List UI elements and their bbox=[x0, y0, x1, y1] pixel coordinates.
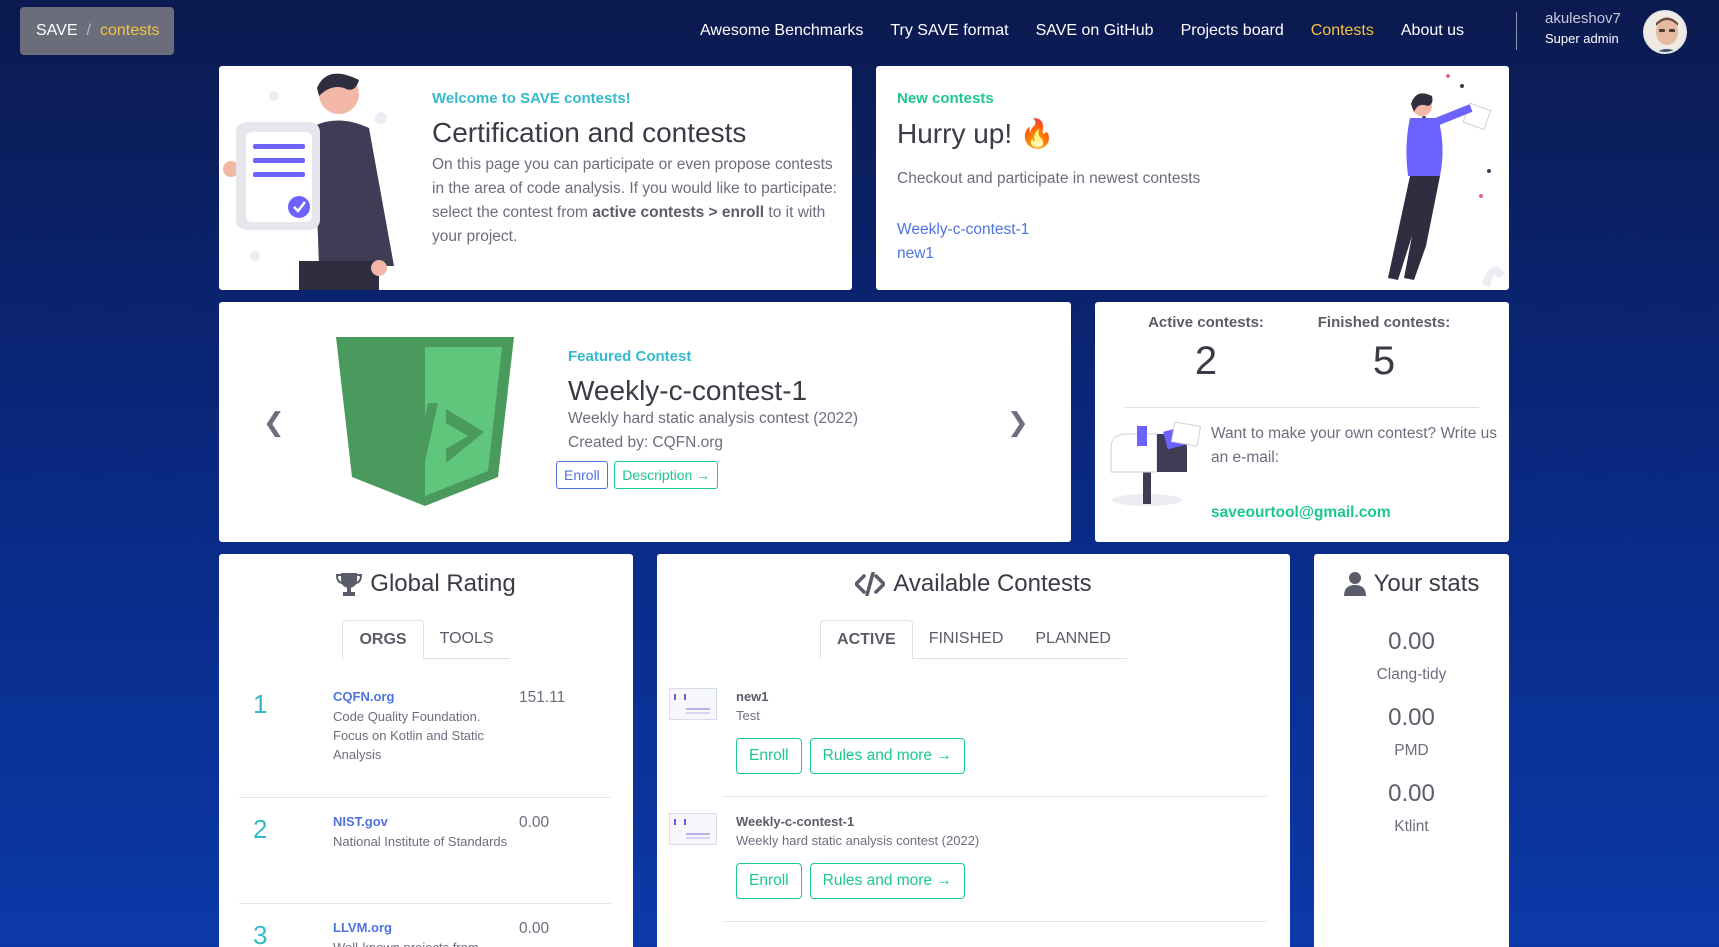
stat-label: Ktlint bbox=[1394, 818, 1429, 835]
row-divider bbox=[239, 903, 611, 904]
nav-divider bbox=[1516, 12, 1517, 50]
contest-name: Weekly-c-contest-1 bbox=[736, 814, 855, 829]
welcome-text: On this page you can participate or even… bbox=[432, 156, 837, 245]
stat-label: PMD bbox=[1394, 742, 1429, 759]
breadcrumb-separator: / bbox=[86, 22, 91, 39]
available-contests-title: Available Contests bbox=[893, 570, 1092, 597]
featured-description-button[interactable]: Description → bbox=[614, 461, 719, 489]
new-contests-title: Hurry up! 🔥 bbox=[897, 118, 1055, 149]
featured-description: Weekly hard static analysis contest (202… bbox=[568, 410, 859, 427]
active-contests-enroll-hint: active contests > enroll bbox=[592, 204, 765, 221]
stat-value: 0.00 bbox=[1388, 628, 1435, 655]
rating-rank: 3 bbox=[253, 920, 268, 947]
welcome-title: Certification and contests bbox=[432, 117, 747, 148]
featured-contest-card: ❮ Featured Contest Weekly-c-contest-1 We… bbox=[219, 302, 1071, 542]
tab-finished[interactable]: FINISHED bbox=[912, 620, 1020, 659]
contest-desc: Weekly hard static analysis contest (202… bbox=[736, 833, 980, 848]
welcome-card: Welcome to SAVE contests! Certification … bbox=[219, 66, 852, 290]
featured-enroll-button[interactable]: Enroll bbox=[556, 461, 608, 489]
your-stats-card: Your stats 0.00 Clang-tidy 0.00 PMD 0.00… bbox=[1314, 554, 1509, 947]
stat-value: 0.00 bbox=[1388, 780, 1435, 807]
nav-try-save-format[interactable]: Try SAVE format bbox=[890, 22, 1008, 40]
row-divider bbox=[724, 796, 1267, 797]
welcome-eyebrow: Welcome to SAVE contests! bbox=[432, 90, 631, 107]
contest-enroll-button[interactable]: Enroll bbox=[736, 738, 802, 774]
user-icon bbox=[1343, 572, 1366, 596]
contest-rules-button[interactable]: Rules and more → bbox=[809, 738, 965, 774]
rating-org-name[interactable]: CQFN.org bbox=[333, 689, 508, 704]
code-shield-icon bbox=[336, 337, 514, 506]
tab-planned[interactable]: PLANNED bbox=[1019, 620, 1127, 659]
top-nav: Awesome Benchmarks Try SAVE format SAVE … bbox=[700, 0, 1491, 62]
user-name: akuleshov7 bbox=[1545, 10, 1621, 27]
global-rating-card: Global Rating ORGS TOOLS 1 CQFN.org Code… bbox=[219, 554, 633, 947]
code-icon bbox=[855, 572, 886, 596]
active-contests-count: 2 bbox=[1194, 339, 1218, 383]
new-contests-eyebrow: New contests bbox=[897, 90, 994, 107]
finished-contests-label: Finished contests: bbox=[1317, 314, 1451, 331]
nav-awesome-benchmarks[interactable]: Awesome Benchmarks bbox=[700, 22, 863, 40]
row-divider bbox=[724, 921, 1267, 922]
breadcrumb-root[interactable]: SAVE bbox=[36, 22, 78, 40]
featured-title: Weekly-c-contest-1 bbox=[568, 375, 808, 406]
available-contests-card: Available Contests ACTIVE FINISHED PLANN… bbox=[657, 554, 1290, 947]
propose-contest-text: Want to make your own contest? Write us … bbox=[1211, 425, 1498, 466]
new-contest-link[interactable]: new1 bbox=[897, 242, 1317, 266]
tab-active[interactable]: ACTIVE bbox=[820, 620, 913, 659]
next-arrow-icon[interactable]: ❯ bbox=[1007, 407, 1029, 438]
rating-org-desc: Well-known projects from bbox=[333, 938, 508, 947]
mailbox-illustration bbox=[1110, 421, 1202, 506]
new-contests-subtitle: Checkout and participate in newest conte… bbox=[897, 170, 1201, 187]
stat-label: Clang-tidy bbox=[1376, 666, 1447, 683]
new-contests-card: New contests Hurry up! 🔥 Checkout and pa… bbox=[876, 66, 1509, 290]
nav-about-us[interactable]: About us bbox=[1401, 22, 1464, 40]
rating-score: 0.00 bbox=[519, 814, 550, 831]
breadcrumb: SAVE / contests bbox=[20, 7, 174, 55]
rating-org-name[interactable]: LLVM.org bbox=[333, 920, 508, 935]
stat-item: 0.00 PMD bbox=[1314, 704, 1509, 760]
contest-rules-button[interactable]: Rules and more → bbox=[809, 863, 965, 899]
contest-desc: Test bbox=[736, 708, 760, 723]
rating-org-desc: National Institute of Standards bbox=[333, 834, 508, 849]
prev-arrow-icon[interactable]: ❮ bbox=[263, 407, 285, 438]
active-contests-label: Active contests: bbox=[1148, 314, 1264, 331]
contest-name: new1 bbox=[736, 689, 769, 704]
stat-item: 0.00 Ktlint bbox=[1314, 780, 1509, 836]
tab-orgs[interactable]: ORGS bbox=[342, 620, 424, 659]
featured-eyebrow: Featured Contest bbox=[568, 348, 692, 365]
avatar[interactable] bbox=[1643, 10, 1687, 54]
contest-counts-card: Active contests: 2 Finished contests: 5 … bbox=[1095, 302, 1509, 542]
contest-thumbnail bbox=[669, 688, 717, 720]
featured-created-by: Created by: CQFN.org bbox=[568, 434, 724, 451]
breadcrumb-current: contests bbox=[99, 22, 160, 39]
rating-org-name[interactable]: NIST.gov bbox=[333, 814, 508, 829]
rating-org-desc: Code Quality Foundation. Focus on Kotlin… bbox=[333, 709, 485, 762]
contact-email-link[interactable]: saveourtool@gmail.com bbox=[1211, 504, 1391, 522]
rating-rank: 2 bbox=[253, 814, 268, 844]
trophy-icon bbox=[336, 573, 363, 596]
contest-enroll-button[interactable]: Enroll bbox=[736, 863, 802, 899]
rating-score: 151.11 bbox=[519, 689, 566, 706]
divider bbox=[1125, 407, 1479, 408]
celebration-illustration bbox=[1388, 74, 1506, 288]
nav-save-github[interactable]: SAVE on GitHub bbox=[1036, 22, 1154, 40]
rating-score: 0.00 bbox=[519, 920, 550, 937]
user-menu[interactable]: akuleshov7 Super admin bbox=[1545, 10, 1621, 46]
contest-thumbnail bbox=[669, 813, 717, 845]
stat-value: 0.00 bbox=[1388, 704, 1435, 731]
tab-tools[interactable]: TOOLS bbox=[423, 620, 510, 659]
new-contest-link[interactable]: Weekly-c-contest-1 bbox=[897, 218, 1317, 242]
nav-contests[interactable]: Contests bbox=[1311, 22, 1374, 40]
nav-projects-board[interactable]: Projects board bbox=[1181, 22, 1284, 40]
rating-rank: 1 bbox=[253, 689, 268, 719]
global-rating-title: Global Rating bbox=[370, 570, 516, 597]
stat-item: 0.00 Clang-tidy bbox=[1314, 628, 1509, 684]
user-role: Super admin bbox=[1545, 31, 1619, 46]
row-divider bbox=[239, 797, 611, 798]
finished-contests-count: 5 bbox=[1372, 339, 1396, 383]
your-stats-title: Your stats bbox=[1373, 570, 1480, 597]
certificate-illustration bbox=[223, 73, 394, 290]
